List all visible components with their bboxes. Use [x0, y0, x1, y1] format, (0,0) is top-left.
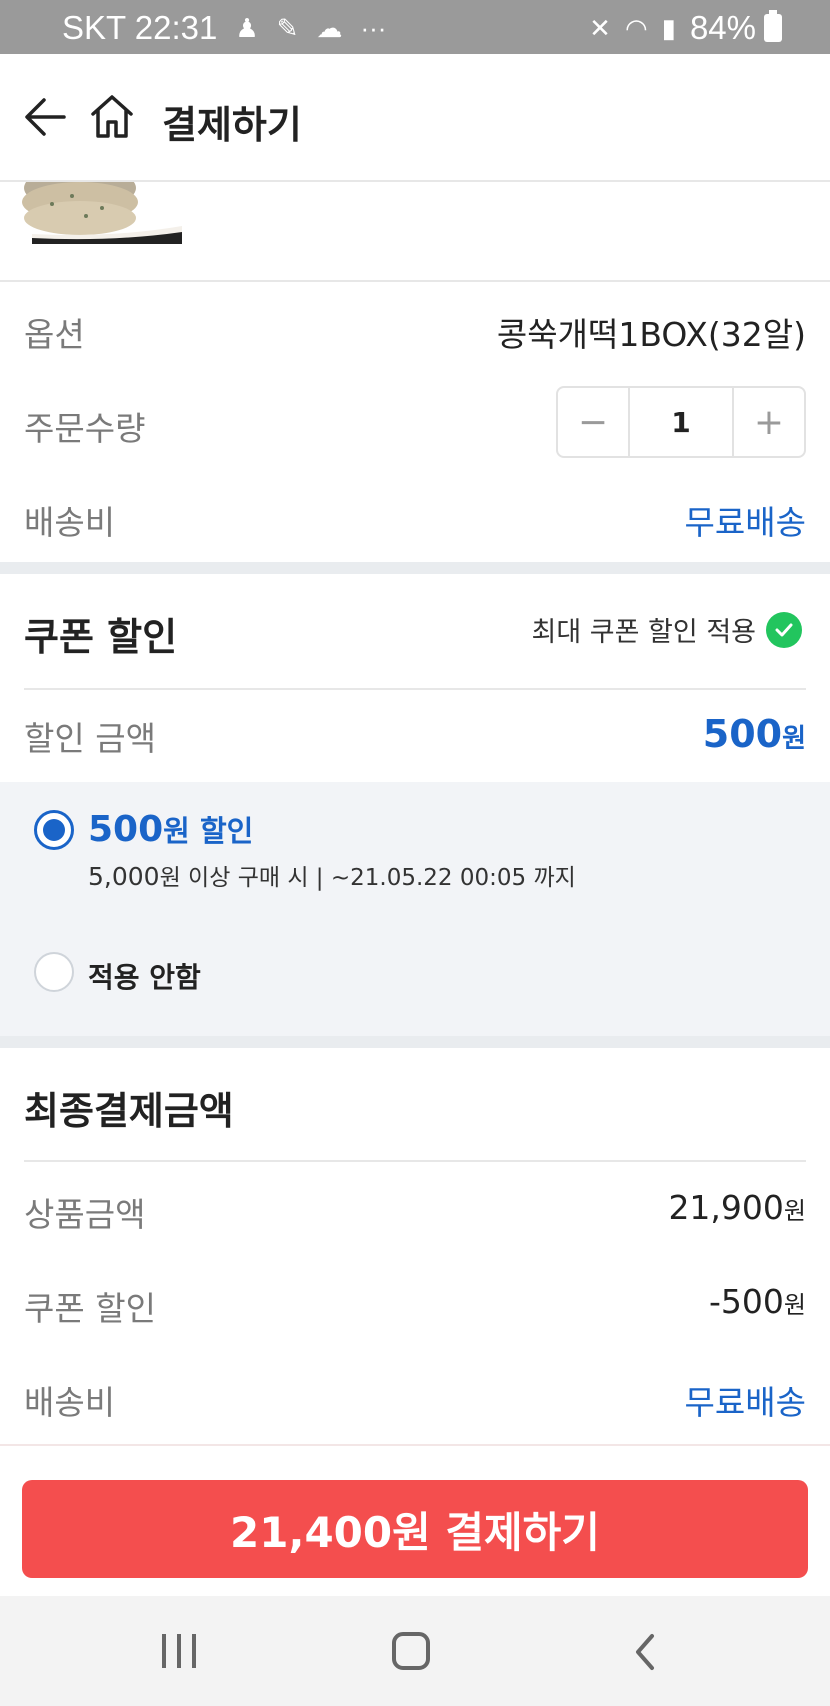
coupon-option-none[interactable]: 적용 안함 — [88, 956, 201, 996]
divider — [0, 1444, 830, 1446]
coupon-option-text: 할인 — [189, 814, 254, 848]
carrier-time: SKT 22:31 — [62, 9, 218, 46]
product-image — [22, 182, 182, 244]
coupon-option-amount: 500 — [88, 809, 164, 850]
coupon-option-500[interactable]: 500원 할인 — [88, 808, 253, 850]
cloud-icon: ☁ — [316, 12, 343, 43]
status-bar: SKT 22:31 ♟ ✎ ☁ ··· ✕ ◠ ▮ 84% — [0, 0, 830, 54]
back-nav-icon[interactable] — [630, 1630, 660, 1674]
mute-icon: ✕ — [589, 12, 611, 43]
home-icon[interactable] — [88, 92, 136, 140]
notification-icon: ♟ — [235, 12, 259, 43]
more-icon: ··· — [360, 12, 387, 43]
battery-percent: 84% — [689, 9, 756, 46]
recent-apps-icon[interactable] — [162, 1634, 196, 1668]
divider — [0, 280, 830, 282]
option-value: 콩쑥개떡1BOX(32알) — [496, 315, 806, 354]
coupon-max-text: 최대 쿠폰 할인 적용 — [531, 617, 756, 648]
coupon-discount: -500원 — [709, 1282, 806, 1321]
page-title: 결제하기 — [162, 103, 302, 147]
wifi-icon: ◠ — [624, 12, 648, 43]
back-arrow-icon[interactable] — [22, 94, 68, 140]
system-nav-bar — [0, 1596, 830, 1706]
coupon-discount-value: -500 — [709, 1282, 784, 1321]
status-right: ✕ ◠ ▮ 84% — [589, 9, 782, 47]
signal-icon: ▮ — [661, 12, 676, 43]
home-button-icon[interactable] — [392, 1632, 430, 1670]
coupon-radio-selected[interactable] — [34, 810, 74, 850]
app-header: 결제하기 — [0, 54, 830, 182]
final-shipping-value: 무료배송 — [684, 1383, 806, 1422]
battery-icon — [764, 10, 782, 42]
final-shipping-label: 배송비 — [24, 1383, 116, 1422]
quantity-plus-button[interactable]: + — [734, 388, 804, 456]
product-amount: 21,900원 — [668, 1188, 806, 1227]
discount-amount-value: 500 — [702, 712, 783, 756]
product-amount-value: 21,900 — [668, 1188, 784, 1227]
status-left: SKT 22:31 ♟ ✎ ☁ ··· — [62, 9, 386, 47]
quantity-value[interactable]: 1 — [628, 388, 734, 456]
discount-amount: 500원 — [703, 712, 806, 756]
quantity-stepper: − 1 + — [556, 386, 806, 458]
discount-amount-label: 할인 금액 — [24, 719, 156, 758]
option-label: 옵션 — [24, 315, 85, 354]
coupon-max-applied: 최대 쿠폰 할인 적용 — [532, 610, 802, 649]
coupon-section-title: 쿠폰 할인 — [24, 615, 178, 659]
divider — [24, 1160, 806, 1162]
won-unit: 원 — [783, 1291, 806, 1319]
check-icon — [766, 611, 802, 648]
coupon-option-condition: 5,000원 이상 구매 시 | ~21.05.22 00:05 까지 — [88, 858, 576, 892]
condition-won: 원 — [159, 865, 181, 891]
condition-amount: 5,000 — [88, 862, 160, 891]
coupon-option-won: 원 — [163, 814, 190, 848]
final-amount-title: 최종결제금액 — [24, 1089, 234, 1133]
quantity-label: 주문수량 — [24, 409, 146, 448]
section-gap — [0, 1036, 830, 1048]
pay-button[interactable]: 21,400원 결제하기 — [22, 1480, 808, 1578]
product-amount-label: 상품금액 — [24, 1195, 146, 1234]
won-unit: 원 — [783, 1197, 806, 1225]
condition-rest: 이상 구매 시 | ~21.05.22 00:05 까지 — [180, 865, 576, 891]
won-unit: 원 — [782, 724, 806, 754]
coupon-discount-label: 쿠폰 할인 — [24, 1289, 156, 1328]
shipping-value: 무료배송 — [684, 503, 806, 542]
coupon-radio-unselected[interactable] — [34, 952, 74, 992]
shipping-label: 배송비 — [24, 503, 116, 542]
section-gap — [0, 562, 830, 574]
quantity-minus-button[interactable]: − — [558, 388, 628, 456]
feather-icon: ✎ — [276, 12, 299, 43]
divider — [24, 688, 806, 690]
